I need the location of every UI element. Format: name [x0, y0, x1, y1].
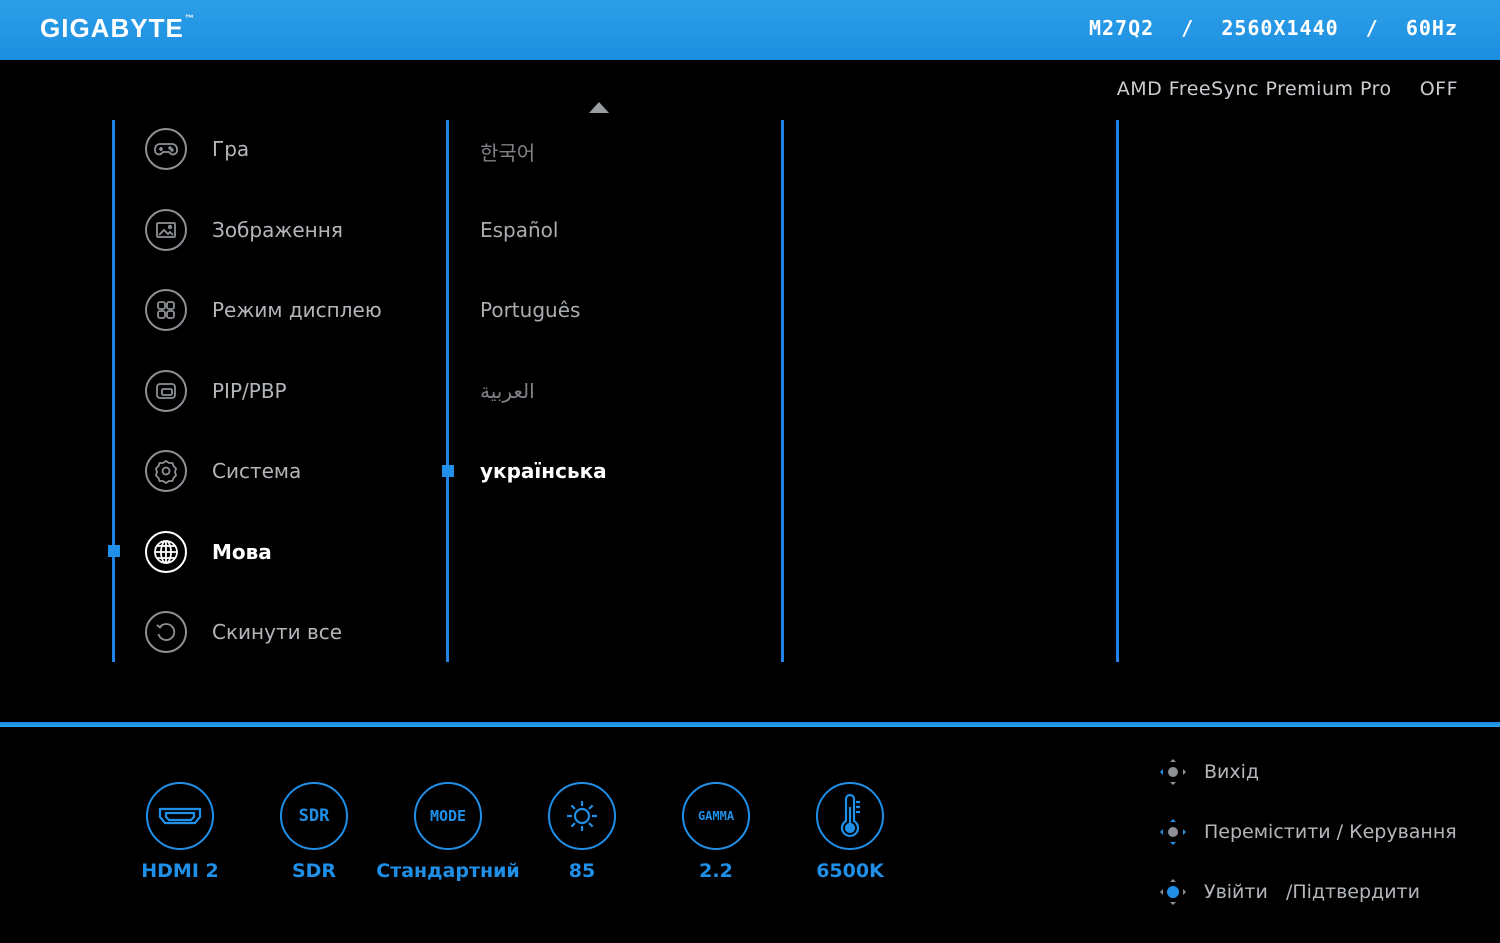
freesync-label: AMD FreeSync Premium Pro: [1116, 78, 1392, 100]
freesync-status: AMD FreeSync Premium Pro OFF: [1117, 78, 1458, 100]
grid-icon: [145, 289, 187, 331]
separator: /: [1365, 16, 1379, 40]
menu-item-pip-pbp[interactable]: PIP/PBP: [145, 369, 287, 413]
globe-icon: [145, 531, 187, 573]
language-option-ukrainian[interactable]: українська: [480, 459, 607, 483]
status-label: SDR: [291, 860, 337, 882]
resolution: 2560X1440: [1221, 16, 1339, 40]
status-label: 85: [568, 860, 596, 882]
hint-move: Перемістити / Керування: [1155, 814, 1457, 850]
status-brightness: 85: [507, 782, 657, 882]
hint-confirm: Увійти /Підтвердити: [1155, 874, 1420, 910]
model-name: M27Q2: [1088, 16, 1155, 40]
status-sdr: SDR SDR: [239, 782, 389, 882]
status-gamma: GAMMA 2.2: [641, 782, 791, 882]
language-option-arabic[interactable]: العربية: [480, 379, 535, 403]
picture-icon: [145, 209, 187, 251]
status-label: HDMI 2: [141, 860, 219, 882]
menu-item-language[interactable]: Мова: [145, 530, 272, 574]
gamma-icon: GAMMA: [682, 782, 750, 850]
menu-item-label: Система: [212, 459, 302, 483]
refresh-rate: 60Hz: [1405, 16, 1458, 40]
menu-item-label: PIP/PBP: [212, 379, 287, 403]
sdr-icon: SDR: [280, 782, 348, 850]
status-label: 6500K: [816, 860, 884, 882]
freesync-value: OFF: [1419, 78, 1458, 100]
menu-item-system[interactable]: Система: [145, 449, 301, 493]
divider-bar: [0, 722, 1500, 727]
brand-name: GIGABYTE: [40, 13, 184, 43]
status-input: HDMI 2: [105, 782, 255, 882]
scroll-up-arrow-icon[interactable]: [589, 102, 609, 113]
menu-item-label: Скинути все: [212, 620, 343, 644]
status-label: Стандартний: [376, 860, 520, 882]
header-bar: GIGABYTE™ M27Q2 / 2560X1440 / 60Hz: [0, 0, 1500, 60]
menu-item-label: Мова: [212, 540, 272, 564]
hint-exit: Вихід: [1155, 754, 1259, 790]
mode-icon: MODE: [414, 782, 482, 850]
pip-icon: [145, 370, 187, 412]
hint-label: Перемістити / Керування: [1204, 821, 1457, 843]
menu-item-picture[interactable]: Зображення: [145, 208, 343, 252]
thermometer-icon: [816, 782, 884, 850]
reset-icon: [145, 611, 187, 653]
hint-label: Вихід: [1204, 761, 1260, 783]
joystick-press-icon: [1160, 879, 1186, 905]
brightness-icon: [548, 782, 616, 850]
column-line-language: [446, 120, 449, 662]
menu-item-label: Гра: [212, 137, 250, 161]
brand-logo: GIGABYTE™: [40, 13, 195, 44]
brand-trademark: ™: [184, 13, 195, 23]
language-selection-marker: [442, 465, 454, 477]
joystick-left-icon: [1160, 759, 1186, 785]
hint-label: Увійти /Підтвердити: [1204, 881, 1420, 903]
status-mode: MODE Стандартний: [373, 782, 523, 882]
language-option-portuguese[interactable]: Português: [480, 298, 580, 322]
model-info: M27Q2 / 2560X1440 / 60Hz: [1089, 16, 1458, 40]
language-option-korean[interactable]: 한국어: [480, 137, 535, 166]
menu-item-label: Режим дисплею: [212, 298, 382, 322]
menu-item-game[interactable]: Гра: [145, 127, 249, 171]
column-line-fourth: [1116, 120, 1119, 662]
main-menu-selection-marker: [108, 545, 120, 557]
menu-item-display-mode[interactable]: Режим дисплею: [145, 288, 382, 332]
gamepad-icon: [145, 128, 187, 170]
language-option-spanish[interactable]: Español: [480, 218, 558, 242]
hdmi-icon: [146, 782, 214, 850]
status-color-temperature: 6500K: [775, 782, 925, 882]
status-label: 2.2: [699, 860, 733, 882]
gear-icon: [145, 450, 187, 492]
joystick-move-icon: [1160, 819, 1186, 845]
separator: /: [1181, 16, 1195, 40]
menu-item-label: Зображення: [212, 218, 343, 242]
column-line-third: [781, 120, 784, 662]
menu-item-reset-all[interactable]: Скинути все: [145, 610, 342, 654]
column-line-main: [112, 120, 115, 662]
